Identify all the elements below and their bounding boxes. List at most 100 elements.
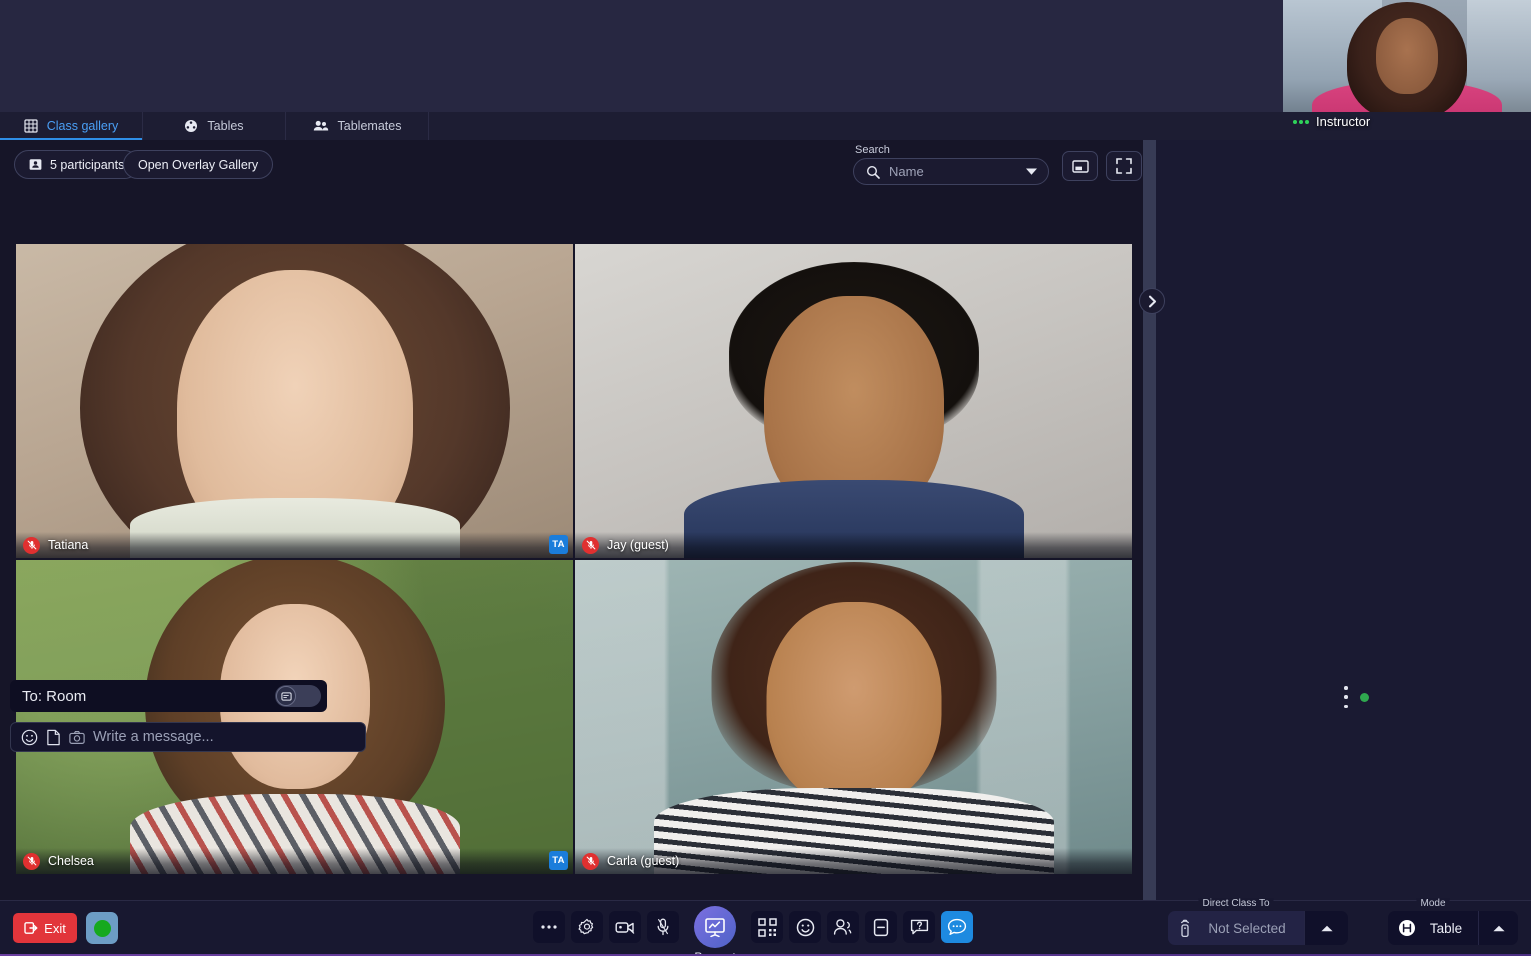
presentation-icon <box>704 917 726 938</box>
open-overlay-gallery-label: Open Overlay Gallery <box>138 158 258 172</box>
collapse-panel-button[interactable] <box>1139 288 1165 314</box>
tab-label: Tables <box>207 119 243 133</box>
person-card-icon <box>29 158 42 171</box>
participant-name-bar: Jay (guest) <box>575 532 1132 558</box>
record-dot-icon <box>94 920 111 937</box>
participants-count-button[interactable]: 5 participants <box>14 150 139 179</box>
chat-menu-button[interactable] <box>1337 686 1355 708</box>
direct-class-to-value: Not Selected <box>1200 921 1294 936</box>
more-options-button[interactable] <box>533 911 565 943</box>
clipboard-icon <box>873 918 889 937</box>
mic-muted-icon <box>582 853 599 870</box>
exit-label: Exit <box>44 921 66 936</box>
notes-button[interactable] <box>865 911 897 943</box>
participant-name: Jay (guest) <box>607 538 669 552</box>
chat-recipient-field[interactable]: To: Room <box>10 680 327 712</box>
fullscreen-icon <box>1116 158 1132 174</box>
camera-toggle-button[interactable] <box>609 911 641 943</box>
table-mode-icon <box>1398 919 1416 937</box>
remote-control-icon <box>1178 918 1192 938</box>
direct-class-to-main[interactable]: Direct Class To Not Selected <box>1168 911 1304 945</box>
fullscreen-button[interactable] <box>1106 151 1142 181</box>
participant-name-bar: Chelsea <box>16 848 573 874</box>
mode-field[interactable]: Mode Table <box>1388 911 1518 945</box>
participant-name: Carla (guest) <box>607 854 679 868</box>
participant-role-badge: TA <box>549 851 568 870</box>
mode-caption: Mode <box>1416 898 1449 909</box>
record-button[interactable] <box>86 912 118 944</box>
picture-in-picture-icon <box>1072 159 1089 174</box>
microphone-toggle-button[interactable] <box>647 911 679 943</box>
search-field-group: Search Name <box>853 144 1049 185</box>
question-bubble-icon <box>910 918 929 936</box>
direct-class-to-caption: Direct Class To <box>1198 898 1273 909</box>
search-icon <box>866 165 880 179</box>
direct-class-to-field[interactable]: Direct Class To Not Selected <box>1168 911 1348 945</box>
exit-button[interactable]: Exit <box>13 913 77 943</box>
open-overlay-gallery-button[interactable]: Open Overlay Gallery <box>123 150 273 179</box>
help-button[interactable] <box>903 911 935 943</box>
qr-code-icon <box>758 918 777 937</box>
chevron-down-icon[interactable] <box>1025 167 1038 176</box>
participant-name-bar: Carla (guest) <box>575 848 1132 874</box>
tab-label: Class gallery <box>47 119 119 133</box>
participants-count-label: 5 participants <box>50 158 124 172</box>
participant-video-image <box>16 560 573 874</box>
chat-message-input[interactable]: Write a message... <box>10 722 366 752</box>
camera-icon[interactable] <box>69 730 85 745</box>
chevron-right-icon <box>1147 295 1158 308</box>
qr-code-button[interactable] <box>751 911 783 943</box>
search-placeholder: Name <box>889 164 1016 179</box>
participant-tile[interactable]: Jay (guest) <box>575 244 1132 558</box>
present-button[interactable]: Present <box>694 906 736 948</box>
panel-divider[interactable] <box>1143 140 1156 900</box>
bottom-toolbar: Exit <box>0 900 1531 956</box>
participant-tile[interactable]: Chelsea TA <box>16 560 573 874</box>
chat-button[interactable] <box>941 911 973 943</box>
search-input[interactable]: Name <box>853 158 1049 185</box>
mode-dropdown[interactable] <box>1478 911 1518 945</box>
emoji-icon[interactable] <box>21 729 38 746</box>
center-tool-group: Present <box>530 901 976 956</box>
mic-off-icon <box>656 918 670 936</box>
participants-button[interactable] <box>827 911 859 943</box>
mode-main[interactable]: Mode Table <box>1388 911 1478 945</box>
gallery-toolbar: 5 participants Open Overlay Gallery Sear… <box>0 140 1155 198</box>
settings-button[interactable] <box>571 911 603 943</box>
participant-tile[interactable]: Tatiana TA <box>16 244 573 558</box>
table-icon <box>184 119 198 133</box>
mic-muted-icon <box>582 537 599 554</box>
tab-tablemates[interactable]: Tablemates <box>286 112 429 140</box>
audio-level-dots-icon <box>1293 120 1309 124</box>
people-icon <box>833 918 853 936</box>
chat-bubble-icon <box>947 918 967 936</box>
participant-role-badge: TA <box>549 535 568 554</box>
participant-video-image <box>575 560 1132 874</box>
file-icon[interactable] <box>46 729 61 746</box>
direct-class-to-dropdown[interactable] <box>1304 911 1348 945</box>
app-root: Instructor Class gallery Tables Tablemat… <box>0 0 1531 956</box>
search-label: Search <box>853 144 1049 156</box>
reactions-button[interactable] <box>789 911 821 943</box>
mic-muted-icon <box>23 537 40 554</box>
message-card-icon <box>276 686 296 706</box>
class-gallery-pane: 5 participants Open Overlay Gallery Sear… <box>0 140 1155 900</box>
ellipsis-icon <box>540 924 558 930</box>
instructor-label-bar: Instructor <box>1293 114 1370 129</box>
chat-mode-toggle[interactable] <box>275 685 321 707</box>
tab-tables[interactable]: Tables <box>143 112 286 140</box>
chat-message-placeholder: Write a message... <box>93 729 214 745</box>
mode-value: Table <box>1424 921 1468 936</box>
chat-panel <box>1156 140 1531 900</box>
participant-tile[interactable]: Carla (guest) <box>575 560 1132 874</box>
present-label: Present <box>694 950 735 956</box>
participant-name: Chelsea <box>48 854 94 868</box>
people-icon <box>313 119 329 133</box>
gear-icon <box>578 918 596 936</box>
connection-status-dot <box>1360 693 1369 702</box>
tab-class-gallery[interactable]: Class gallery <box>0 112 143 140</box>
instructor-name: Instructor <box>1316 114 1370 129</box>
overlay-view-button[interactable] <box>1062 151 1098 181</box>
participant-video-grid: Tatiana TA Jay (guest) <box>16 244 1134 876</box>
chevron-up-icon <box>1320 924 1334 933</box>
